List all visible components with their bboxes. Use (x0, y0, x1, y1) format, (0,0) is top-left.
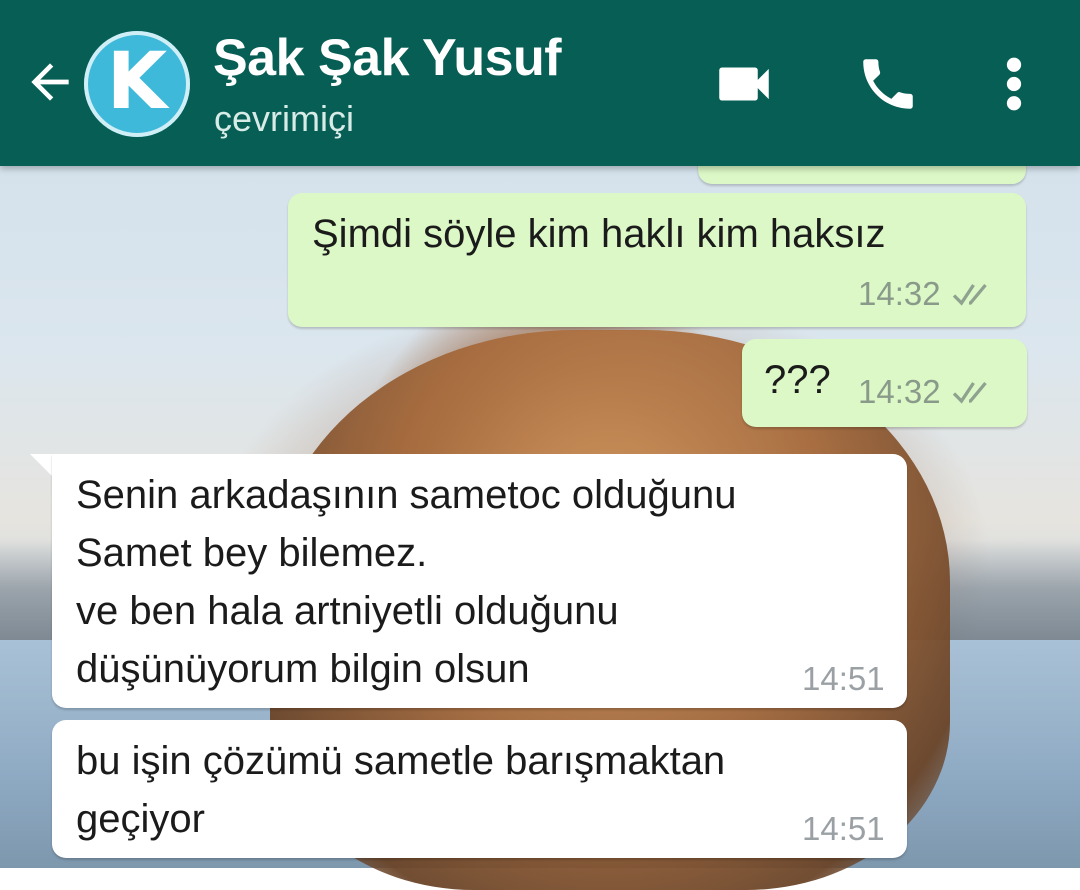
message-text: Şimdi söyle kim haklı kim haksız (312, 212, 886, 256)
message-meta: 14:32 (858, 373, 999, 411)
avatar[interactable]: K (84, 31, 190, 137)
message-text: ??? (764, 358, 831, 402)
message-bubble-outgoing[interactable]: ??? 14:32 (742, 339, 1027, 427)
message-meta: 14:32 (858, 275, 999, 313)
voice-call-button[interactable] (850, 46, 926, 122)
contact-name[interactable]: Şak Şak Yusuf (213, 28, 562, 88)
message-bubble-outgoing[interactable]: Şimdi söyle kim haklı kim haksız 14:32 (288, 193, 1026, 327)
chat-header: K Şak Şak Yusuf çevrimiçi (0, 0, 1080, 166)
contact-status: çevrimiçi (214, 98, 354, 139)
double-check-icon (952, 283, 987, 306)
message-time: 14:32 (858, 275, 941, 312)
double-check-icon (952, 381, 987, 404)
message-bubble-incoming[interactable]: bu işin çözümü sametle barışmaktan geçiy… (52, 720, 907, 858)
message-time: 14:51 (802, 810, 885, 847)
menu-button[interactable] (990, 46, 1038, 122)
message-time: 14:51 (802, 660, 885, 697)
message-bubble-incoming[interactable]: Senin arkadaşının sametoc olduğunu Samet… (52, 454, 907, 708)
message-time: 14:32 (858, 373, 941, 410)
avatar-letter: K (106, 37, 168, 127)
phone-icon (863, 59, 913, 109)
bubble-tail (30, 454, 54, 478)
video-call-button[interactable] (706, 46, 782, 122)
more-vert-icon (1006, 57, 1022, 111)
back-button[interactable] (18, 50, 82, 114)
arrow-left-icon (31, 63, 69, 101)
message-text: bu işin çözümü sametle barışmaktan geçiy… (76, 739, 726, 841)
video-camera-icon (719, 67, 769, 101)
message-text: Senin arkadaşının sametoc olduğunu Samet… (76, 473, 737, 691)
